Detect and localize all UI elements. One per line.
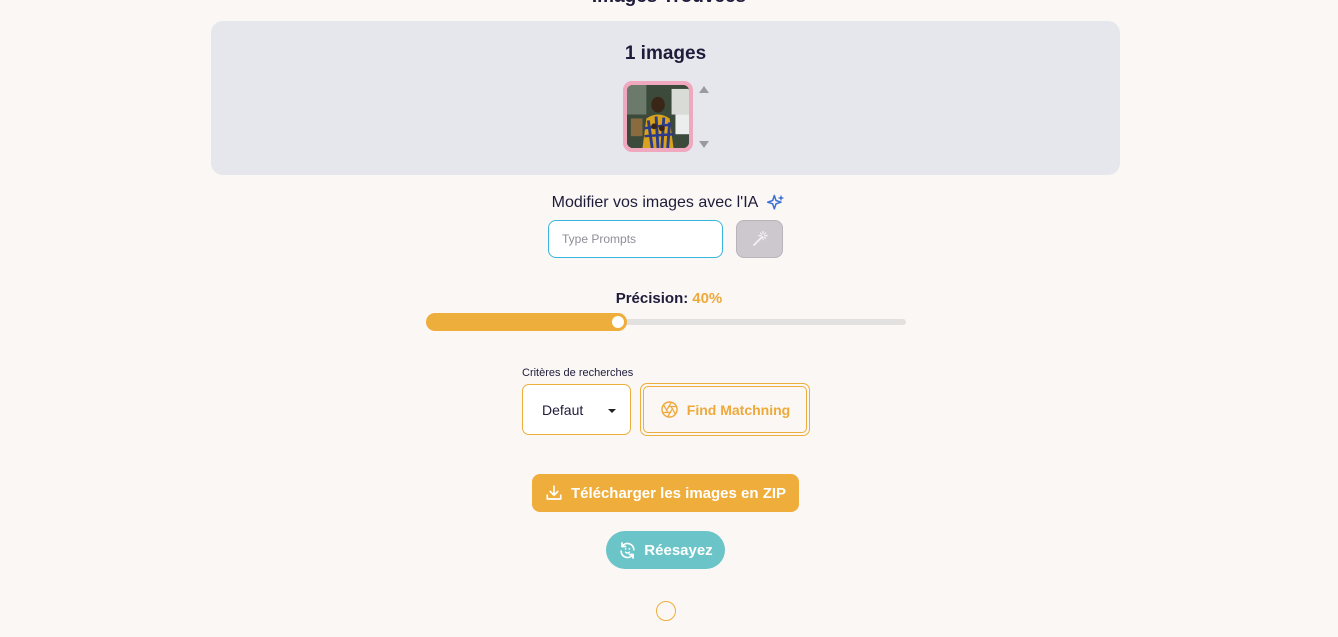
sparkle-icon <box>767 194 785 210</box>
precision-label: Précision: 40% <box>0 290 1338 307</box>
page: Images Trouvées 1 images <box>0 0 1338 637</box>
retry-label: Réesayez <box>644 541 713 559</box>
download-icon <box>546 485 562 500</box>
magic-wand-icon <box>752 230 768 246</box>
scroll-down-icon[interactable] <box>699 141 709 148</box>
refresh-icon <box>620 541 636 559</box>
precision-slider[interactable] <box>426 313 906 331</box>
retry-button[interactable]: Réesayez <box>606 531 725 569</box>
image-thumbnail[interactable] <box>623 81 693 152</box>
section-title: Images Trouvées <box>0 0 1338 8</box>
criteria-select[interactable]: Defaut <box>522 384 631 435</box>
criteria-selected-value: Defaut <box>542 401 584 418</box>
loading-spinner-icon <box>656 601 676 621</box>
ai-edit-label: Modifier vos images avec l'IA <box>0 193 1338 213</box>
magic-wand-button[interactable] <box>736 220 783 258</box>
slider-thumb[interactable] <box>609 313 627 331</box>
find-matching-button[interactable]: Find Matchning <box>640 383 810 436</box>
scroll-up-icon[interactable] <box>699 86 709 93</box>
image-gallery: 1 images <box>211 21 1120 175</box>
gallery-count: 1 images <box>624 43 707 64</box>
precision-value: 40% <box>692 290 723 307</box>
ai-edit-label-text: Modifier vos images avec l'IA <box>551 194 759 211</box>
caret-down-icon <box>608 409 616 413</box>
slider-fill <box>426 313 618 331</box>
precision-label-text: Précision: <box>615 290 689 307</box>
aperture-icon <box>661 401 678 418</box>
find-matching-label: Find Matchning <box>686 401 791 418</box>
download-zip-label: Télécharger les images en ZIP <box>570 484 787 502</box>
criteria-label: Critères de recherches <box>522 367 634 379</box>
photo-image <box>627 85 689 148</box>
prompt-input[interactable] <box>548 220 723 258</box>
download-zip-button[interactable]: Télécharger les images en ZIP <box>532 474 799 512</box>
